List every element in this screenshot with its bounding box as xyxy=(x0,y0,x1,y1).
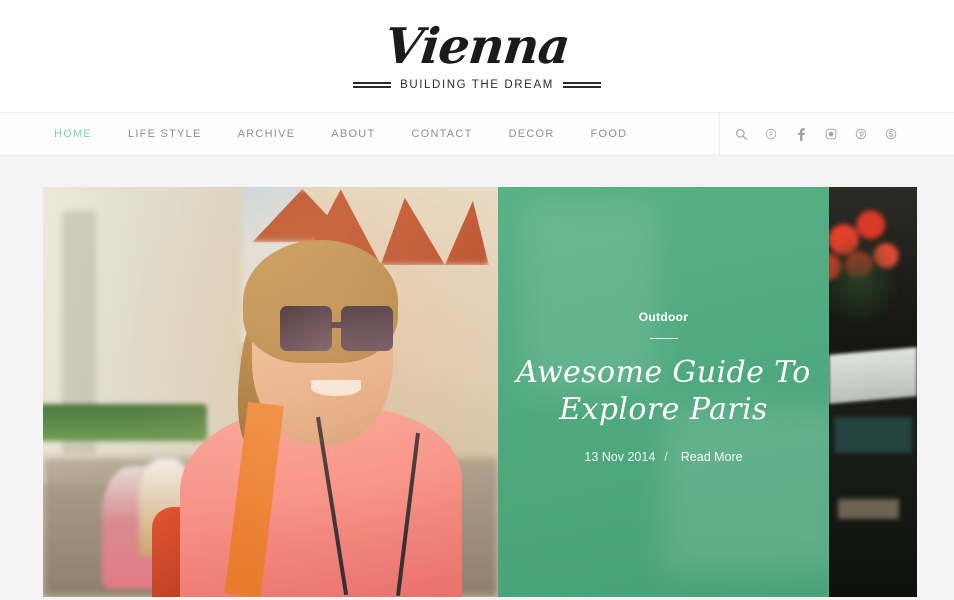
nav-item-life-style[interactable]: LIFE STYLE xyxy=(110,128,220,140)
hero-title-line-2: Explore Paris xyxy=(559,392,768,427)
tagline-rule-left xyxy=(353,82,392,89)
hero-slider: Outdoor Awesome Guide To Explore Paris 1… xyxy=(43,187,917,597)
nav-item-archive[interactable]: ARCHIVE xyxy=(220,128,314,140)
search-icon[interactable] xyxy=(726,119,756,149)
facebook-icon[interactable] xyxy=(786,119,816,149)
hero-meta-separator: / xyxy=(664,449,668,464)
strip-shelf xyxy=(837,498,900,520)
nav-item-home[interactable]: HOME xyxy=(48,128,110,140)
hero-next-slide-preview[interactable] xyxy=(829,187,917,597)
photo-sun-flare xyxy=(43,187,498,597)
instagram-icon[interactable] xyxy=(816,119,846,149)
hero-title[interactable]: Awesome Guide To Explore Paris xyxy=(516,355,810,428)
site-logo[interactable]: Vienna xyxy=(382,17,572,75)
tagline-rule-right xyxy=(562,82,601,89)
nav-menu: HOME LIFE STYLE ARCHIVE ABOUT CONTACT DE… xyxy=(48,128,645,140)
twitter-icon[interactable] xyxy=(756,119,786,149)
tagline-row: BUILDING THE DREAM xyxy=(353,79,601,91)
hero-overlay-panel: Outdoor Awesome Guide To Explore Paris 1… xyxy=(498,187,829,597)
strip-window xyxy=(834,416,912,454)
skype-icon[interactable] xyxy=(876,119,906,149)
strip-awning xyxy=(829,347,917,405)
hero-read-more-link[interactable]: Read More xyxy=(681,450,743,464)
hero-photo[interactable] xyxy=(43,187,498,597)
hero-title-line-1: Awesome Guide To xyxy=(516,355,811,391)
hero-category[interactable]: Outdoor xyxy=(639,310,688,324)
hero-section: Outdoor Awesome Guide To Explore Paris 1… xyxy=(0,156,954,600)
social-bar xyxy=(719,112,954,156)
site-tagline: BUILDING THE DREAM xyxy=(400,79,554,92)
site-header: Vienna BUILDING THE DREAM xyxy=(0,0,954,112)
hero-caption: Outdoor Awesome Guide To Explore Paris 1… xyxy=(498,187,829,597)
hero-divider xyxy=(649,338,678,340)
strip-foliage xyxy=(829,236,900,327)
social-divider xyxy=(719,112,720,156)
pinterest-icon[interactable] xyxy=(846,119,876,149)
nav-item-about[interactable]: ABOUT xyxy=(313,128,393,140)
hero-meta: 13 Nov 2014 / Read More xyxy=(584,450,742,464)
main-navigation: HOME LIFE STYLE ARCHIVE ABOUT CONTACT DE… xyxy=(0,112,954,156)
nav-item-decor[interactable]: DECOR xyxy=(491,128,573,140)
nav-item-food[interactable]: FOOD xyxy=(573,128,646,140)
nav-item-contact[interactable]: CONTACT xyxy=(393,128,490,140)
hero-date: 13 Nov 2014 xyxy=(584,449,656,464)
